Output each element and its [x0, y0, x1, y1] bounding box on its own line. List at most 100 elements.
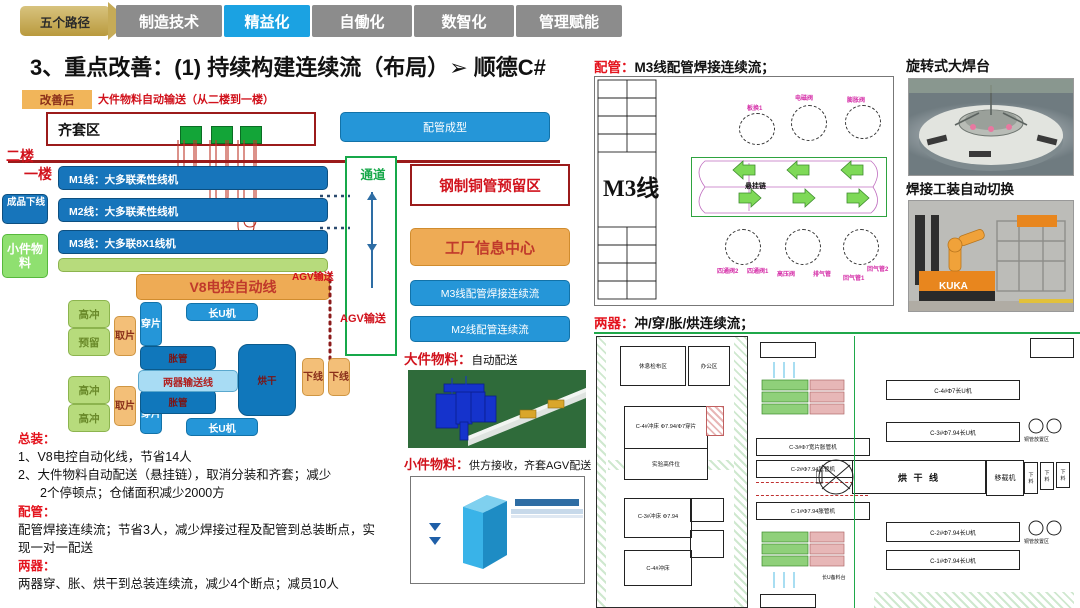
floor-lower-label: 一楼: [24, 166, 52, 182]
cad-label-bottom-3: 高压阀: [777, 272, 796, 278]
factory-layout-cad: 休息检布区 办公区 C-4#冲床 Φ7.94/Φ7穿片 实验高件位 C-3#冲床…: [594, 332, 1080, 608]
copper-zone-circles-2: [1028, 520, 1062, 536]
big-material-value: 自动配送: [471, 355, 518, 367]
pick-box-2: 取片: [114, 386, 136, 426]
dry-line-box: 烘 干 线: [852, 460, 986, 494]
cad-label-bottom-5: 回气管1: [843, 276, 865, 282]
room-test-area: 实验高件位: [624, 448, 708, 480]
panel-devices: 两器：冲/穿/胀/烘连续流； 休息检布区 办公区 C-4#冲床 Φ7.94/Φ7…: [594, 312, 1080, 608]
factory-info-center-box: 工厂信息中心: [410, 228, 570, 266]
cube-illustration-photo: [410, 476, 585, 584]
qitao-zone-label: 齐套区: [58, 122, 100, 138]
room-office: 办公区: [688, 346, 730, 386]
notes-devices-line-1: 两器穿、胀、烘干到总装连续流，减少4个断点；减员10人: [18, 577, 339, 591]
small-parts-box: 小件物料: [2, 234, 48, 278]
floor-divider: [8, 160, 560, 163]
side-label-2: 下 料: [1040, 462, 1054, 490]
press-box-3: 高冲: [68, 376, 110, 404]
panel-piping: 配管：M3线配管焊接连续流； M3线 板换1 电磁阀 膨胀阀 悬挂链 四通阀2 …: [594, 56, 900, 308]
rack-top: [760, 342, 816, 358]
dry-line-turn-icon: [816, 459, 854, 495]
top-note-label: 大件物料自动输送（从二楼到一楼）: [98, 94, 274, 106]
notes-assembly-line-1: 1、V8电控自动化线，节省14人: [18, 450, 192, 465]
panel-piping-title-rest: M3线配管焊接连续流；: [634, 60, 775, 75]
small-material-label: 小件物料：: [404, 457, 470, 472]
notes-assembly-head: 总装：: [18, 432, 56, 446]
side-label-3: 下 料: [1056, 462, 1070, 488]
cad-label-top-2: 电磁阀: [795, 96, 814, 102]
five-paths-badge: 五个路径: [20, 6, 110, 36]
green-divider: [854, 336, 856, 608]
line-m3-label: M3线：大多联8X1线机: [69, 238, 176, 250]
room-press-c3: C-3#冲床 Φ7.94: [624, 498, 692, 538]
m3-weld-flow-box: M3线配管焊接连续流: [410, 280, 570, 306]
tab-digital-intelligence[interactable]: 数智化: [414, 5, 514, 37]
machine-longu-2: C-2#Φ7.94长U机: [886, 522, 1020, 542]
svg-text:KUKA: KUKA: [939, 281, 968, 292]
line-m2-box: M2线：大多联柔性线机: [58, 198, 328, 222]
notes-assembly-line-3: 2个停顿点；仓储面积减少2000方: [40, 486, 225, 501]
weld-table-title: 旋转式大焊台: [906, 58, 990, 74]
rotary-weld-table-photo: [908, 78, 1074, 176]
notes-piping-head: 配管：: [18, 504, 56, 519]
green-strip: [58, 258, 328, 272]
conveyor-box: 两器输送线: [138, 370, 238, 392]
agv-label-bottom: AGV输送: [340, 313, 386, 325]
panel-devices-title-rest: 冲/穿/胀/烘连续流；: [634, 316, 754, 331]
cad-label-top-3: 膨胀阀: [847, 98, 866, 104]
tab-management-empowerment[interactable]: 管理赋能: [516, 5, 622, 37]
line-m1-label: M1线：大多联柔性线机: [69, 174, 179, 186]
cad-cell-top-1: [739, 113, 775, 145]
panel-devices-title-red: 两器：: [594, 316, 635, 331]
pick-station-box-1: [690, 498, 724, 522]
tab-autonomation[interactable]: 自働化: [312, 5, 412, 37]
cad-cell-bottom-3: [843, 229, 879, 265]
small-material-value: 供方接收，齐套AGV配送: [469, 460, 592, 472]
tab-lean[interactable]: 精益化: [224, 5, 310, 37]
page-title: 3、重点改善：(1) 持续构建连续流（布局）➢ 顺德C#: [30, 50, 630, 84]
notes-piping-line-1: 配管焊接连续流；节省3人，减少焊接过程及配管到总装断点，实: [18, 522, 375, 537]
finished-offline-label: 成品下线: [7, 197, 46, 208]
room-rest-area: 休息检布区: [620, 346, 686, 386]
cad-label-top-1: 板换1: [747, 106, 763, 112]
offline-box-1: 下线: [302, 358, 324, 396]
after-improvement-badge: 改善后: [22, 90, 92, 109]
floor-upper-label: 二楼: [6, 148, 34, 164]
big-material-note: 大件物料：自动配送: [404, 348, 518, 369]
copper-zone-label-1: 铜管放置区: [1024, 437, 1050, 443]
offline-box-2: 下线: [328, 358, 350, 396]
cad-cell-bottom-2: [785, 229, 821, 265]
cad-green-racks: [761, 362, 845, 415]
expand-box-2: 胀管: [140, 390, 216, 414]
thread-box-1: 穿片: [140, 302, 162, 346]
tab-manufacturing-tech[interactable]: 制造技术: [116, 5, 222, 37]
press-box-2: 预留: [68, 328, 110, 356]
pick-box-1: 取片: [114, 316, 136, 356]
line-m3-box: M3线：大多联8X1线机: [58, 230, 328, 254]
tooling-switch-title: 焊接工装自动切换: [906, 182, 1014, 197]
machine-longu-1: C-1#Φ7.94长U机: [886, 550, 1020, 570]
small-material-note: 小件物料：供方接收，齐套AGV配送: [404, 454, 591, 474]
long-u-box-top: 长U机: [186, 303, 258, 321]
pipe-forming-box: 配管成型: [340, 112, 550, 142]
wall-bottom-right: [874, 592, 1074, 608]
press-box-4: 高冲: [68, 404, 110, 432]
rack-bottom: [760, 594, 816, 608]
machine-longu-3: C-3#Φ7.94长U机: [886, 422, 1020, 442]
m3-cad-diagram: M3线 板换1 电磁阀 膨胀阀 悬挂链 四通阀2 四通阀1 高压阀 排气管 回气…: [594, 76, 894, 306]
notes-assembly-line-2: 2、大件物料自动配送（悬挂链），取消分装和齐套；减少: [18, 468, 332, 483]
overhead-conveyor-photo: [408, 370, 586, 448]
machine-expand-1: C-1#Φ7.94胀管机: [756, 502, 870, 520]
notes-piping-line-2: 现一对一配送: [18, 540, 94, 555]
machine-longu-4: C-4#Φ7长U机: [886, 380, 1020, 400]
top-tab-bar: 五个路径 制造技术 精益化 自働化 数智化 管理赋能: [0, 0, 1080, 42]
cad-label-bottom-1: 四通阀2: [717, 269, 739, 275]
rack-right-top: [1030, 338, 1074, 358]
pick-station-hatch-1: [706, 406, 724, 436]
line-m1-box: M1线：大多联柔性线机: [58, 166, 328, 190]
room-press-c4: C-4#冲床 Φ7.94/Φ7穿片: [624, 406, 708, 450]
line-m2-label: M2线：大多联柔性线机: [69, 206, 179, 218]
room-press-c4b: C-4#冲床: [624, 550, 692, 586]
cad-label-bottom-2: 四通阀1: [747, 269, 769, 275]
page-title-index: 3、重点改善：: [30, 55, 175, 80]
